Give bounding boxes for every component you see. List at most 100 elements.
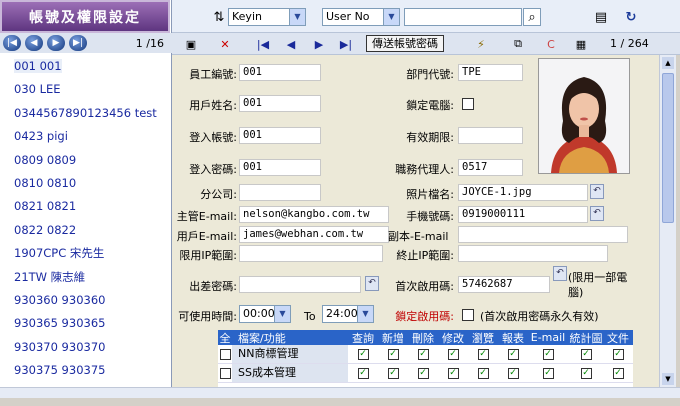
user-list-item[interactable]: 030 LEE [0, 78, 170, 101]
row-select-checkbox[interactable] [219, 367, 231, 379]
sort-icon[interactable]: ⇅ [210, 8, 228, 26]
horizontal-scrollbar[interactable] [0, 387, 680, 398]
prev-page-icon[interactable]: ◀ [25, 35, 43, 51]
manager-email-field[interactable]: nelson@kangbo.com.tw [239, 206, 389, 223]
travel-password-field[interactable] [239, 276, 361, 293]
scroll-thumb[interactable] [662, 73, 674, 223]
generate-travel-password-icon[interactable]: ↶ [365, 276, 379, 291]
user-list-item[interactable]: 930360 930360 [0, 289, 170, 312]
login-id-field[interactable]: 001 [239, 127, 321, 144]
scroll-up-icon[interactable]: ▲ [662, 57, 674, 69]
user-list-item[interactable]: 0344567890123456 test [0, 102, 170, 125]
user-list-item[interactable]: 1907CPC 宋先生 [0, 242, 170, 265]
scroll-down-icon[interactable]: ▼ [662, 373, 674, 385]
search-input[interactable] [404, 8, 522, 26]
send-password-button[interactable]: 傳送帳號密碼 [366, 35, 444, 52]
first-record-icon[interactable]: |◀ [254, 36, 272, 52]
user-list-item[interactable]: 0822 0822 [0, 219, 170, 242]
time-from-select[interactable]: 00:00 ▼ [239, 305, 291, 323]
user-list-item[interactable]: 930365 930365 [0, 312, 170, 335]
cc-email-field[interactable] [458, 226, 628, 243]
copy-icon[interactable]: ⧉ [509, 36, 527, 52]
permission-module-name: SS成本管理 [232, 364, 348, 382]
permission-checkbox[interactable]: ✓ [542, 348, 554, 360]
mobile-picker-icon[interactable]: ↶ [590, 206, 604, 221]
permission-checkbox[interactable]: ✓ [477, 367, 489, 379]
permissions-column-header: 修改 [442, 331, 464, 345]
expiry-label: 有效期限: [406, 131, 454, 144]
employee-id-field[interactable]: 001 [239, 64, 321, 81]
user-list-item-label: 21TW 陳志維 [14, 269, 86, 284]
agent-field[interactable]: 0517 [458, 159, 523, 176]
first-page-icon[interactable]: |◀ [3, 35, 21, 51]
quick-action-icon[interactable]: ⚡ [472, 36, 490, 52]
permission-checkbox[interactable]: ✓ [447, 367, 459, 379]
permission-checkbox[interactable]: ✓ [417, 367, 429, 379]
user-list-item[interactable]: 0810 0810 [0, 172, 170, 195]
permission-checkbox[interactable]: ✓ [612, 348, 624, 360]
login-password-label: 登入密碼: [189, 163, 237, 176]
branch-field[interactable] [239, 184, 321, 201]
print-icon[interactable]: ▤ [592, 8, 610, 26]
save-icon[interactable]: ▦ [572, 36, 590, 52]
user-list-item[interactable]: 0821 0821 [0, 195, 170, 218]
permission-checkbox[interactable]: ✓ [417, 348, 429, 360]
dept-field[interactable]: TPE [458, 64, 523, 81]
last-record-icon[interactable]: ▶| [337, 36, 355, 52]
user-list-item[interactable]: 001 001 [0, 55, 170, 78]
undo-icon[interactable]: C [542, 36, 560, 52]
permission-checkbox[interactable]: ✓ [507, 348, 519, 360]
permission-checkbox[interactable]: ✓ [357, 367, 369, 379]
last-page-icon[interactable]: ▶| [69, 35, 87, 51]
user-list-item[interactable]: 0423 pigi [0, 125, 170, 148]
first-use-code-field[interactable]: 57462687 [458, 276, 550, 293]
generate-first-code-icon[interactable]: ↶ [553, 266, 567, 281]
permission-checkbox[interactable]: ✓ [387, 348, 399, 360]
add-record-icon[interactable]: ▣ [182, 36, 200, 52]
permission-checkbox[interactable]: ✓ [507, 367, 519, 379]
prev-record-icon[interactable]: ◀ [282, 36, 300, 52]
time-to-select[interactable]: 24:00 ▼ [322, 305, 374, 323]
user-list-item-label: 0423 pigi [14, 129, 68, 144]
search-field-select[interactable]: User No ▼ [322, 8, 400, 26]
portrait-image [539, 59, 629, 173]
permission-checkbox[interactable]: ✓ [357, 348, 369, 360]
next-record-icon[interactable]: ▶ [310, 36, 328, 52]
lock-pc-checkbox[interactable] [462, 98, 474, 110]
vertical-scrollbar[interactable]: ▲ ▼ [659, 55, 676, 387]
mobile-field[interactable]: 0919000111 [458, 206, 588, 223]
ip-limit-field[interactable] [239, 245, 383, 262]
user-list-item-label: 0821 0821 [14, 199, 77, 214]
permission-checkbox[interactable]: ✓ [580, 348, 592, 360]
user-list-item[interactable]: 930370 930370 [0, 336, 170, 359]
permission-checkbox[interactable]: ✓ [542, 367, 554, 379]
photo-file-field[interactable]: JOYCE-1.jpg [458, 184, 588, 201]
row-select-checkbox[interactable] [219, 348, 231, 360]
photo-file-label: 照片檔名: [406, 188, 454, 201]
next-page-icon[interactable]: ▶ [47, 35, 65, 51]
user-list-item[interactable]: 930375 930375 [0, 359, 170, 382]
permission-cell: ✓ [378, 367, 408, 379]
expiry-field[interactable] [458, 127, 523, 144]
permission-checkbox[interactable]: ✓ [447, 348, 459, 360]
user-email-field[interactable]: james@webhan.com.tw [239, 226, 389, 243]
agent-label: 職務代理人: [395, 163, 454, 176]
permissions-column-header: 檔案/功能 [238, 331, 286, 345]
ip-end-field[interactable] [458, 245, 608, 262]
lock-code-checkbox[interactable] [462, 309, 474, 321]
permission-checkbox[interactable]: ✓ [580, 367, 592, 379]
user-name-field[interactable]: 001 [239, 95, 321, 112]
search-icon[interactable]: ⌕ [523, 8, 541, 26]
permission-checkbox[interactable]: ✓ [612, 367, 624, 379]
photo-picker-icon[interactable]: ↶ [590, 184, 604, 199]
user-list-item[interactable]: 0809 0809 [0, 149, 170, 172]
permission-checkbox[interactable]: ✓ [477, 348, 489, 360]
user-list-item[interactable]: 21TW 陳志維 [0, 266, 170, 289]
delete-record-icon[interactable]: ✕ [216, 36, 234, 52]
refresh-icon[interactable]: ↻ [622, 8, 640, 26]
page-count: 1 /16 [135, 36, 164, 50]
login-password-field[interactable]: 001 [239, 159, 321, 176]
permission-cell: ✓ [568, 367, 604, 379]
permission-checkbox[interactable]: ✓ [387, 367, 399, 379]
sort-field-select[interactable]: Keyin ▼ [228, 8, 306, 26]
